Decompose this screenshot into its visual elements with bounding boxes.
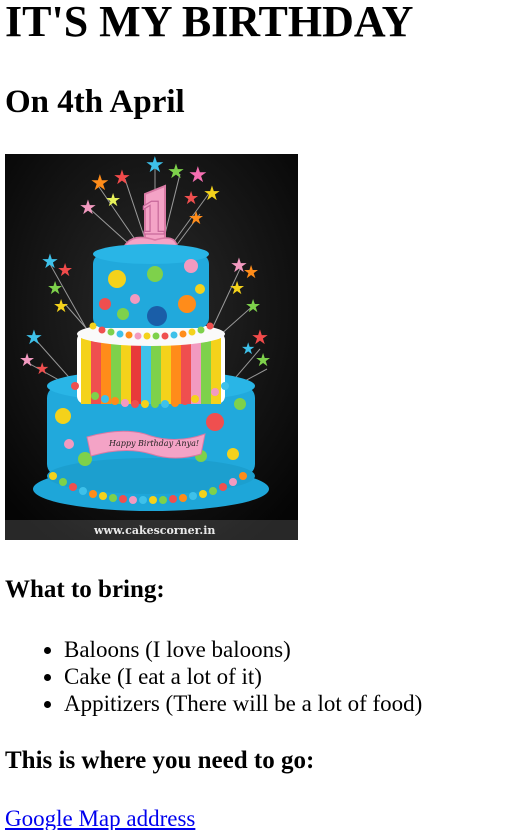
svg-text:★: ★: [167, 159, 185, 183]
svg-text:★: ★: [105, 190, 121, 211]
page: IT'S MY BIRTHDAY On 4th April ★ ★ ★ ★ ★ …: [0, 0, 510, 830]
svg-text:★: ★: [145, 154, 165, 178]
svg-text:★: ★: [53, 296, 69, 317]
svg-text:★: ★: [243, 262, 259, 283]
cake-number: 1: [138, 194, 169, 245]
list-item: Baloons (I love baloons): [64, 636, 505, 663]
image-watermark: www.cakescorner.in: [93, 524, 215, 537]
svg-text:★: ★: [25, 325, 43, 349]
google-map-link[interactable]: Google Map address: [5, 805, 195, 830]
svg-text:★: ★: [245, 296, 261, 317]
bring-list: Baloons (I love baloons) Cake (I eat a l…: [5, 636, 505, 717]
svg-text:★: ★: [188, 208, 204, 229]
location-heading: This is where you need to go:: [5, 747, 315, 774]
svg-text:★: ★: [19, 350, 35, 371]
svg-text:★: ★: [35, 359, 49, 378]
svg-text:★: ★: [183, 188, 199, 209]
svg-text:★: ★: [229, 278, 245, 299]
date-subtitle: On 4th April: [5, 84, 185, 120]
cake-banner-text: Happy Birthday Anya!: [108, 439, 199, 448]
bring-heading: What to bring:: [5, 576, 165, 603]
page-title: IT'S MY BIRTHDAY: [5, 0, 414, 46]
svg-text:★: ★: [113, 165, 131, 189]
svg-text:★: ★: [255, 350, 271, 371]
birthday-cake-image: ★ ★ ★ ★ ★ ★ ★ ★ ★ ★ ★ ★ ★ ★ ★ ★ ★ ★ ★ ★ …: [5, 154, 298, 540]
list-item: Appitizers (There will be a lot of food): [64, 690, 505, 717]
list-item: Cake (I eat a lot of it): [64, 663, 505, 690]
svg-text:★: ★: [79, 195, 97, 219]
svg-text:★: ★: [203, 181, 221, 205]
svg-text:★: ★: [241, 339, 255, 358]
